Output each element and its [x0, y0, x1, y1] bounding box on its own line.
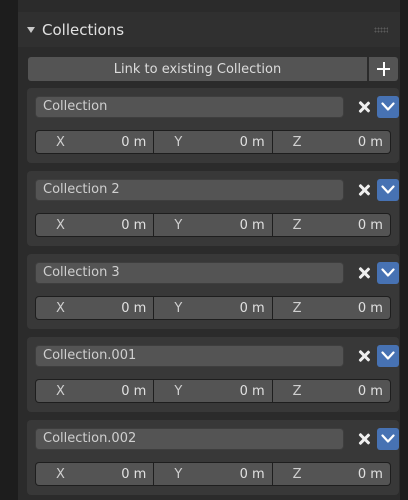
y-field[interactable]: Y 0 m: [154, 131, 272, 153]
y-value: 0 m: [239, 383, 265, 399]
x-value: 0 m: [121, 300, 147, 316]
x-label: X: [56, 383, 65, 399]
x-field[interactable]: X 0 m: [36, 380, 154, 402]
x-label: X: [56, 466, 65, 482]
y-value: 0 m: [239, 300, 265, 316]
x-field[interactable]: X 0 m: [36, 214, 154, 236]
collection-card: Collection 3 X 0 m Y 0 m Z 0 m: [27, 254, 399, 329]
chevron-down-icon[interactable]: [377, 262, 399, 284]
y-field[interactable]: Y 0 m: [154, 463, 272, 485]
x-value: 0 m: [121, 134, 147, 150]
location-fields: X 0 m Y 0 m Z 0 m: [35, 462, 391, 486]
y-field[interactable]: Y 0 m: [154, 214, 272, 236]
x-icon[interactable]: [356, 265, 372, 281]
z-label: Z: [292, 300, 302, 316]
x-icon[interactable]: [356, 99, 372, 115]
x-label: X: [56, 134, 65, 150]
collection-card: Collection 2 X 0 m Y 0 m Z 0 m: [27, 171, 399, 246]
panel-header[interactable]: Collections: [18, 12, 400, 47]
z-label: Z: [292, 383, 302, 399]
chevron-down-icon[interactable]: [377, 96, 399, 118]
plus-icon[interactable]: [369, 57, 398, 81]
z-field[interactable]: Z 0 m: [272, 380, 390, 402]
z-value: 0 m: [357, 383, 383, 399]
location-fields: X 0 m Y 0 m Z 0 m: [35, 130, 391, 154]
collection-card: Collection.001 X 0 m Y 0 m Z 0 m: [27, 337, 399, 412]
z-label: Z: [292, 466, 302, 482]
chevron-down-icon[interactable]: [377, 428, 399, 450]
x-value: 0 m: [121, 383, 147, 399]
z-field[interactable]: Z 0 m: [272, 214, 390, 236]
z-value: 0 m: [357, 217, 383, 233]
x-field[interactable]: X 0 m: [36, 131, 154, 153]
z-value: 0 m: [357, 134, 383, 150]
y-label: Y: [174, 217, 183, 233]
z-value: 0 m: [357, 466, 383, 482]
z-value: 0 m: [357, 300, 383, 316]
link-row: Link to existing Collection: [28, 57, 398, 81]
x-value: 0 m: [121, 217, 147, 233]
y-label: Y: [174, 466, 183, 482]
collection-name-field[interactable]: Collection.001: [35, 345, 344, 367]
chevron-down-icon[interactable]: [377, 345, 399, 367]
location-fields: X 0 m Y 0 m Z 0 m: [35, 296, 391, 320]
x-value: 0 m: [121, 466, 147, 482]
z-field[interactable]: Z 0 m: [272, 463, 390, 485]
location-fields: X 0 m Y 0 m Z 0 m: [35, 379, 391, 403]
drag-grip-icon[interactable]: [374, 27, 388, 33]
z-label: Z: [292, 134, 302, 150]
y-label: Y: [174, 300, 183, 316]
collection-name-field[interactable]: Collection.002: [35, 428, 344, 450]
collections-panel: Collections Link to existing Collection …: [18, 0, 400, 500]
x-icon[interactable]: [356, 431, 372, 447]
collection-name-field[interactable]: Collection 2: [35, 179, 344, 201]
chevron-down-icon[interactable]: [377, 179, 399, 201]
panel-title: Collections: [42, 20, 125, 39]
collection-card: Collection.002 X 0 m Y 0 m Z 0 m: [27, 420, 399, 495]
x-icon[interactable]: [356, 182, 372, 198]
collection-name-field[interactable]: Collection 3: [35, 262, 344, 284]
x-label: X: [56, 217, 65, 233]
link-existing-collection-button[interactable]: Link to existing Collection: [28, 57, 367, 81]
z-field[interactable]: Z 0 m: [272, 297, 390, 319]
x-field[interactable]: X 0 m: [36, 297, 154, 319]
collection-card: Collection X 0 m Y 0 m Z 0 m: [27, 88, 399, 163]
y-label: Y: [174, 134, 183, 150]
y-value: 0 m: [239, 134, 265, 150]
x-icon[interactable]: [356, 348, 372, 364]
z-field[interactable]: Z 0 m: [272, 131, 390, 153]
y-label: Y: [174, 383, 183, 399]
collection-name-field[interactable]: Collection: [35, 96, 344, 118]
y-field[interactable]: Y 0 m: [154, 297, 272, 319]
y-value: 0 m: [239, 466, 265, 482]
y-field[interactable]: Y 0 m: [154, 380, 272, 402]
triangle-down-icon[interactable]: [27, 26, 35, 33]
z-label: Z: [292, 217, 302, 233]
x-label: X: [56, 300, 65, 316]
y-value: 0 m: [239, 217, 265, 233]
location-fields: X 0 m Y 0 m Z 0 m: [35, 213, 391, 237]
x-field[interactable]: X 0 m: [36, 463, 154, 485]
